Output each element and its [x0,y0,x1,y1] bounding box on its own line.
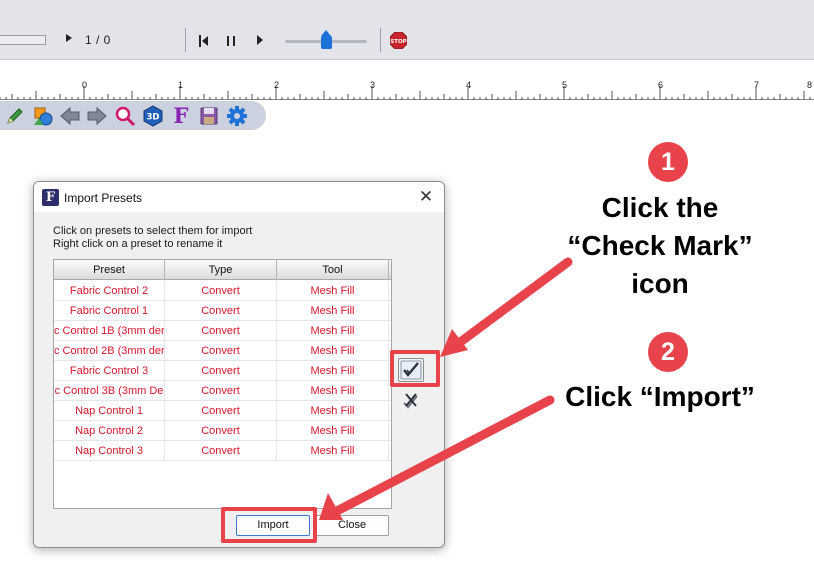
preset-cell: Nap Control 1 [54,401,165,421]
type-cell: Convert [165,341,277,361]
pencil-icon[interactable] [4,105,26,127]
close-icon[interactable]: ✕ [417,188,435,206]
presets-table: Preset Type Tool Fabric Control 2 Convert… [53,259,392,509]
preset-cell: Fabric Control 2 [54,281,165,301]
icon-toolbar: 3D F [0,101,266,130]
gear-icon[interactable] [226,105,248,127]
step-back-icon[interactable] [199,35,208,47]
type-cell: Convert [165,321,277,341]
table-row[interactable]: Fabric Control 3 Convert Mesh Fill [54,361,391,381]
tool-cell: Mesh Fill [277,321,389,341]
toolbar-separator [185,28,186,52]
ruler-ticks [0,86,811,100]
f-letter: F [173,103,189,128]
app-logo-icon: F [42,189,59,206]
preset-cell: Nap Control 2 [54,421,165,441]
step1-caption: “Check Mark” [567,230,753,261]
step1-caption: Click the [601,192,719,223]
ruler-label: 7 [754,80,760,90]
dialog-titlebar: F Import Presets ✕ [34,182,444,212]
save-icon[interactable] [198,105,220,127]
tool-cell: Mesh Fill [277,401,389,421]
preset-cell: Fabric Control 1 [54,301,165,321]
ruler-label: 0 [82,80,88,90]
instruction-text: Right click on a preset to rename it [53,238,223,250]
f-icon[interactable]: F [170,105,192,127]
table-row[interactable]: c Control 3B (3mm De Convert Mesh Fill [54,381,391,401]
shapes-icon[interactable] [32,105,54,127]
ruler-label: 2 [274,80,280,90]
toolbar-separator [380,28,381,52]
table-row[interactable]: c Control 2B (3mm der Convert Mesh Fill [54,341,391,361]
ruler-label: 8 [807,80,813,90]
import-presets-dialog: F Import Presets ✕ Click on presets to s… [33,181,445,548]
step-badge: 1 [648,142,688,182]
check-mark-button[interactable] [398,358,424,382]
import-button[interactable]: Import [236,515,310,536]
zoom-icon[interactable] [114,105,136,127]
ruler: 0 1 2 3 4 5 6 7 8 [0,76,814,100]
step2-caption: Click “Import” [565,381,755,412]
tool-cell: Mesh Fill [277,441,389,461]
preset-cell: c Control 2B (3mm der [54,341,165,361]
uncheck-button[interactable] [398,389,424,411]
preset-cell: c Control 3B (3mm De [54,381,165,401]
frame-counter: 1 / 0 [85,33,111,47]
type-cell: Convert [165,401,277,421]
stop-icon[interactable]: STOP [390,32,407,49]
svg-text:STOP: STOP [390,39,406,45]
ruler-label: 1 [178,80,184,90]
tool-cell: Mesh Fill [277,341,389,361]
pause-icon[interactable] [227,36,235,46]
3d-label: 3D [147,113,160,123]
tool-cell: Mesh Fill [277,361,389,381]
preset-cell: Fabric Control 3 [54,361,165,381]
arrow-left-icon[interactable] [59,105,81,127]
type-cell: Convert [165,361,277,381]
column-header-type[interactable]: Type [165,260,277,280]
tool-cell: Mesh Fill [277,281,389,301]
column-header-tool[interactable]: Tool [277,260,389,280]
step1-caption: icon [631,268,689,299]
table-header: Preset Type Tool [54,260,391,280]
timeline-track[interactable] [0,35,46,45]
table-row[interactable]: Nap Control 1 Convert Mesh Fill [54,401,391,421]
instruction-text: Click on presets to select them for impo… [53,225,253,237]
type-cell: Convert [165,441,277,461]
play-icon[interactable] [66,34,72,42]
dialog-title: Import Presets [64,191,143,205]
3d-icon[interactable]: 3D [142,105,164,127]
preset-cell: Nap Control 3 [54,441,165,461]
preset-cell: c Control 1B (3mm der [54,321,165,341]
column-header-preset[interactable]: Preset [54,260,165,280]
tool-cell: Mesh Fill [277,421,389,441]
ruler-label: 5 [562,80,568,90]
type-cell: Convert [165,301,277,321]
table-row[interactable]: c Control 1B (3mm der Convert Mesh Fill [54,321,391,341]
ruler-label: 4 [466,80,472,90]
step-forward-icon[interactable] [257,35,263,45]
table-row[interactable]: Nap Control 3 Convert Mesh Fill [54,441,391,461]
speed-slider-thumb[interactable] [321,30,332,49]
ruler-label: 3 [370,80,376,90]
playback-bar: 1 / 0 STOP [0,0,814,60]
close-button[interactable]: Close [315,515,389,536]
step-badge: 2 [648,332,688,372]
table-row[interactable]: Fabric Control 1 Convert Mesh Fill [54,301,391,321]
tool-cell: Mesh Fill [277,381,389,401]
arrow-right-icon[interactable] [86,105,108,127]
table-row[interactable]: Nap Control 2 Convert Mesh Fill [54,421,391,441]
type-cell: Convert [165,421,277,441]
app-window: 1 / 0 STOP 0 1 2 3 4 5 6 7 8 3D F F Impo… [0,0,814,577]
tool-cell: Mesh Fill [277,301,389,321]
type-cell: Convert [165,281,277,301]
type-cell: Convert [165,381,277,401]
ruler-label: 6 [658,80,664,90]
table-row[interactable]: Fabric Control 2 Convert Mesh Fill [54,281,391,301]
